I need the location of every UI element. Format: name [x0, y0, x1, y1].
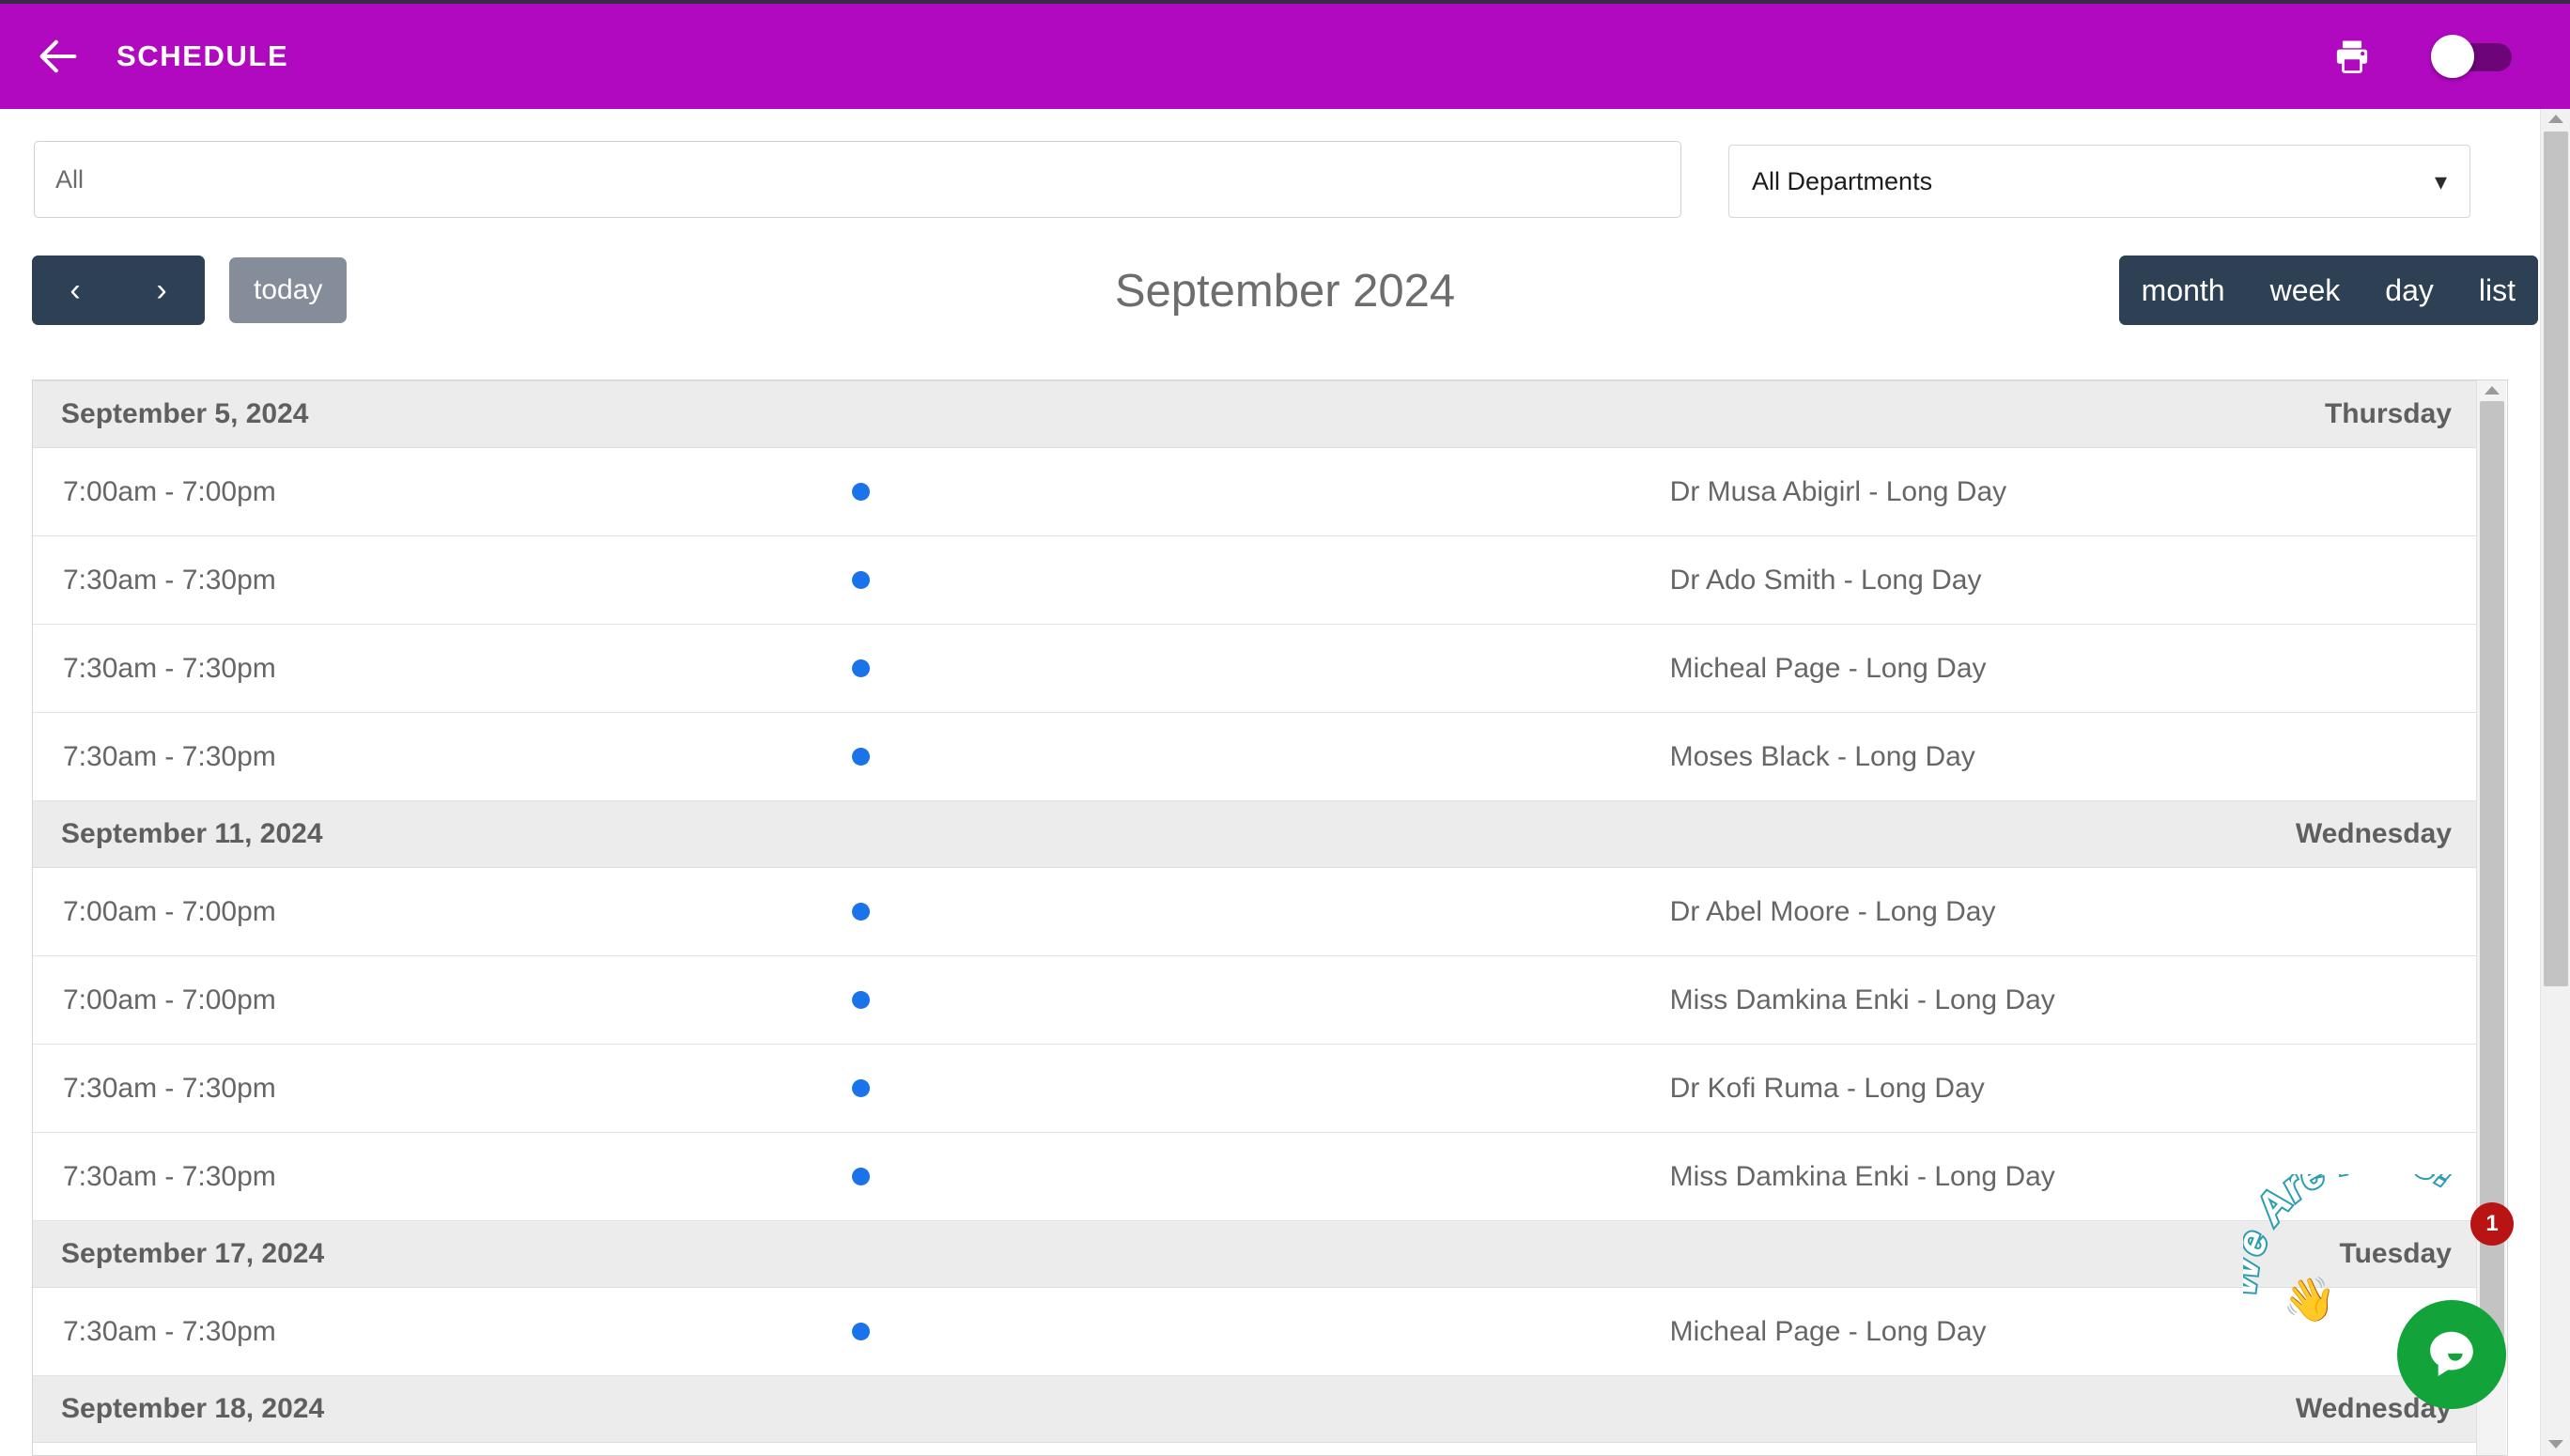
schedule-row[interactable]: 7:00am - 7:00pm Dr Musa Abigirl - Long D…	[33, 447, 2480, 536]
day-header-row: September 17, 2024 Tuesday	[33, 1220, 2480, 1288]
event-title: Dr Ado Smith - Long Day	[1664, 535, 2480, 625]
arrow-left-icon	[39, 39, 77, 73]
day-header-row: September 5, 2024 Thursday	[33, 380, 2480, 448]
event-dot-cell	[848, 867, 1664, 956]
view-switcher: month week day list	[2118, 256, 2538, 325]
chevron-down-icon: ▾	[2434, 166, 2447, 195]
event-time: 7:00am - 7:00pm	[33, 447, 849, 536]
page-scroll-up-arrow-icon[interactable]	[2548, 115, 2563, 123]
event-title: Dr Kofi Ruma - Long Day	[1664, 1044, 2480, 1133]
view-week-button[interactable]: week	[2247, 256, 2363, 325]
schedule-list-container: September 5, 2024 Thursday 7:00am - 7:00…	[32, 379, 2508, 1456]
event-time: 7:00am - 7:00pm	[33, 1442, 849, 1455]
calendar-toolbar: ‹ › today September 2024 month week day …	[0, 256, 2570, 327]
schedule-row[interactable]: 7:00am - 7:00pm Miss Damkina Enki - Long…	[33, 955, 2480, 1045]
schedule-row[interactable]: 7:30am - 7:30pm Micheal Page - Long Day	[33, 1287, 2480, 1376]
printer-icon	[2336, 40, 2368, 73]
event-time: 7:30am - 7:30pm	[33, 535, 849, 625]
event-dot-cell	[848, 624, 1664, 713]
schedule-row[interactable]: 7:30am - 7:30pm Dr Ado Smith - Long Day	[33, 535, 2480, 625]
event-color-dot	[852, 1167, 871, 1185]
event-time: 7:00am - 7:00pm	[33, 867, 849, 956]
day-header-date: September 5, 2024	[33, 380, 1664, 448]
event-dot-cell	[848, 712, 1664, 801]
event-color-dot	[852, 482, 871, 501]
event-time: 7:30am - 7:30pm	[33, 1044, 849, 1133]
app-bar: SCHEDULE	[0, 4, 2570, 109]
search-placeholder-text: All	[55, 164, 85, 194]
day-header-weekday: Thursday	[1664, 380, 2480, 448]
event-time: 7:30am - 7:30pm	[33, 1132, 849, 1221]
page-title: SCHEDULE	[116, 39, 289, 72]
page-scrollbar[interactable]	[2540, 109, 2570, 1456]
event-dot-cell	[848, 1132, 1664, 1221]
schedule-table: September 5, 2024 Thursday 7:00am - 7:00…	[33, 380, 2480, 1455]
schedule-row[interactable]: 7:00am - 7:00pm Dr Abel Moore - Long Day	[33, 867, 2480, 956]
event-title: Moses Black - Long Day	[1664, 712, 2480, 801]
day-header-row: September 18, 2024 Wednesday	[33, 1375, 2480, 1443]
event-dot-cell	[848, 447, 1664, 536]
day-header-date: September 17, 2024	[33, 1220, 1664, 1288]
event-dot-cell	[848, 1442, 1664, 1455]
chat-widget[interactable]: We Are Here! 👋 1	[2243, 1174, 2527, 1430]
view-day-button[interactable]: day	[2362, 256, 2456, 325]
chat-launcher-button[interactable]	[2397, 1300, 2506, 1409]
filter-row: All All Departments ▾	[0, 141, 2570, 220]
chat-bubble-icon	[2430, 1331, 2473, 1376]
event-color-dot	[852, 1322, 871, 1340]
view-month-button[interactable]: month	[2118, 256, 2248, 325]
event-color-dot	[852, 747, 871, 766]
scroll-up-arrow-icon[interactable]	[2485, 386, 2500, 395]
search-input[interactable]: All	[34, 141, 1681, 218]
back-button[interactable]	[13, 32, 103, 81]
event-dot-cell	[848, 1044, 1664, 1133]
event-color-dot	[852, 570, 871, 589]
day-header-date: September 18, 2024	[33, 1375, 1664, 1443]
schedule-row[interactable]: 7:30am - 7:30pm Micheal Page - Long Day	[33, 624, 2480, 713]
event-time: 7:30am - 7:30pm	[33, 624, 849, 713]
chat-promo-text-path: We Are Here!	[2243, 1174, 2466, 1300]
schedule-row[interactable]: 7:30am - 7:30pm Dr Kofi Ruma - Long Day	[33, 1044, 2480, 1133]
schedule-list-scroll[interactable]: September 5, 2024 Thursday 7:00am - 7:00…	[33, 380, 2507, 1455]
day-header-row: September 11, 2024 Wednesday	[33, 800, 2480, 868]
view-list-button[interactable]: list	[2455, 256, 2538, 325]
chat-unread-badge: 1	[2470, 1202, 2514, 1246]
app-page: SCHEDULE All All Departments ▾ ‹ › today…	[0, 0, 2570, 1456]
event-color-dot	[852, 658, 871, 677]
schedule-row[interactable]: 7:00am - 7:00pm Dr Abel Moore - Long Day	[33, 1442, 2480, 1455]
svg-text:We Are Here!: We Are Here!	[2243, 1174, 2465, 1298]
department-selected-value: All Departments	[1752, 166, 1933, 195]
event-dot-cell	[848, 535, 1664, 625]
print-button[interactable]	[2331, 36, 2373, 77]
event-title: Dr Abel Moore - Long Day	[1664, 1442, 2480, 1455]
page-scroll-down-arrow-icon[interactable]	[2548, 1440, 2563, 1448]
event-dot-cell	[848, 955, 1664, 1045]
event-title: Dr Musa Abigirl - Long Day	[1664, 447, 2480, 536]
waving-hand-icon: 👋	[2283, 1275, 2337, 1324]
event-title: Dr Abel Moore - Long Day	[1664, 867, 2480, 956]
event-title: Micheal Page - Long Day	[1664, 624, 2480, 713]
event-color-dot	[852, 990, 871, 1009]
event-time: 7:30am - 7:30pm	[33, 1287, 849, 1376]
event-time: 7:00am - 7:00pm	[33, 955, 849, 1045]
event-title: Miss Damkina Enki - Long Day	[1664, 955, 2480, 1045]
day-header-weekday: Wednesday	[1664, 800, 2480, 868]
calendar-period-title-text: September 2024	[1114, 266, 1456, 317]
schedule-table-body: September 5, 2024 Thursday 7:00am - 7:00…	[33, 380, 2480, 1455]
visibility-toggle[interactable]	[2431, 35, 2512, 78]
event-dot-cell	[848, 1287, 1664, 1376]
page-scrollbar-thumb[interactable]	[2544, 132, 2568, 986]
schedule-row[interactable]: 7:30am - 7:30pm Miss Damkina Enki - Long…	[33, 1132, 2480, 1221]
schedule-row[interactable]: 7:30am - 7:30pm Moses Black - Long Day	[33, 712, 2480, 801]
department-select[interactable]: All Departments ▾	[1728, 145, 2470, 218]
event-color-dot	[852, 902, 871, 921]
day-header-date: September 11, 2024	[33, 800, 1664, 868]
event-color-dot	[852, 1078, 871, 1097]
event-time: 7:30am - 7:30pm	[33, 712, 849, 801]
toggle-knob[interactable]	[2431, 35, 2474, 78]
